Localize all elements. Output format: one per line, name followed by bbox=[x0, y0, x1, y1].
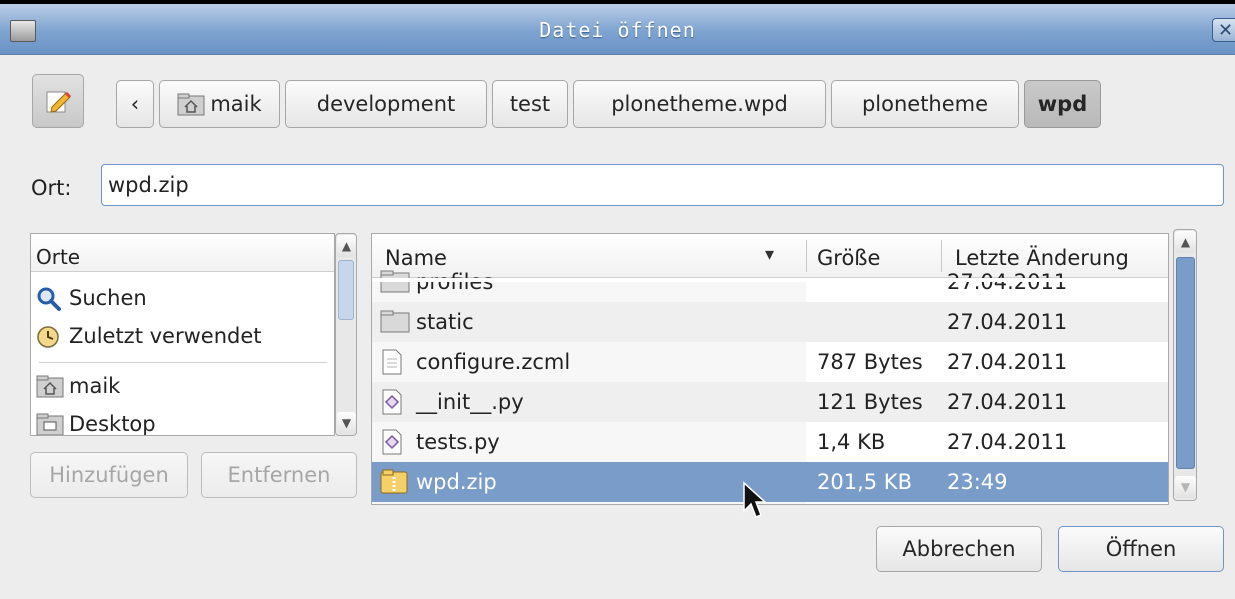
home-folder-icon bbox=[36, 375, 64, 398]
crumb-label: wpd bbox=[1037, 92, 1088, 116]
file-row[interactable]: __init__.py 121 Bytes 27.04.2011 bbox=[372, 382, 1168, 422]
file-size: 787 Bytes bbox=[817, 350, 923, 374]
place-label: Zuletzt verwendet bbox=[69, 324, 262, 348]
crumb-plonetheme[interactable]: plonetheme bbox=[831, 80, 1019, 128]
recent-icon bbox=[37, 326, 59, 348]
file-row[interactable]: tests.py 1,4 KB 27.04.2011 bbox=[372, 422, 1168, 462]
close-window-button[interactable]: ✕ bbox=[1212, 18, 1235, 42]
chevron-left-icon: ‹ bbox=[130, 92, 140, 116]
window-title: Datei öffnen bbox=[539, 18, 696, 42]
folder-icon bbox=[380, 310, 410, 333]
file-name: configure.zcml bbox=[416, 350, 571, 374]
crumb-wpd[interactable]: wpd bbox=[1024, 80, 1101, 128]
title-bar[interactable]: Datei öffnen ✕ bbox=[0, 4, 1235, 55]
zip-archive-icon bbox=[380, 469, 408, 494]
file-size: 1,4 KB bbox=[817, 430, 886, 454]
location-label: Ort: bbox=[31, 176, 72, 200]
places-scroll-thumb[interactable] bbox=[338, 260, 354, 320]
file-row[interactable]: profiles 27.04.2011 bbox=[372, 262, 1168, 302]
remove-place-button[interactable]: Entfernen bbox=[201, 452, 357, 498]
file-size: 201,5 KB bbox=[817, 470, 912, 494]
crumb-label: development bbox=[316, 92, 456, 116]
type-location-button[interactable] bbox=[32, 74, 84, 128]
places-list: Orte Suchen Zuletzt verwendet maik Deskt… bbox=[30, 233, 335, 436]
header-overlap-mask bbox=[372, 278, 1168, 282]
remove-place-label: Entfernen bbox=[227, 463, 331, 487]
file-row-selected[interactable]: wpd.zip 201,5 KB 23:49 bbox=[372, 462, 1168, 502]
file-name: tests.py bbox=[416, 430, 500, 454]
file-list-scrollbar[interactable]: ▲ ▼ bbox=[1173, 229, 1197, 501]
location-input[interactable] bbox=[101, 164, 1224, 206]
place-item-desktop[interactable]: Desktop bbox=[31, 406, 334, 436]
place-item-recent[interactable]: Zuletzt verwendet bbox=[31, 318, 334, 354]
desktop-folder-icon bbox=[36, 413, 64, 435]
file-modified: 23:49 bbox=[947, 470, 1008, 494]
text-file-icon bbox=[382, 349, 402, 375]
cancel-button[interactable]: Abbrechen bbox=[876, 526, 1042, 572]
close-icon: ✕ bbox=[1218, 20, 1234, 41]
place-item-search[interactable]: Suchen bbox=[31, 280, 334, 316]
file-row[interactable]: configure.zcml 787 Bytes 27.04.2011 bbox=[372, 342, 1168, 382]
file-modified: 27.04.2011 bbox=[947, 310, 1068, 334]
places-header-label: Orte bbox=[36, 245, 81, 269]
place-label: Desktop bbox=[69, 412, 156, 436]
crumb-label: maik bbox=[210, 92, 262, 116]
home-folder-icon bbox=[177, 93, 205, 116]
file-modified: 27.04.2011 bbox=[947, 350, 1068, 374]
scroll-down-icon[interactable]: ▼ bbox=[337, 412, 356, 434]
crumb-maik[interactable]: maik bbox=[159, 80, 280, 128]
add-place-label: Hinzufügen bbox=[49, 463, 169, 487]
open-label: Öffnen bbox=[1105, 537, 1177, 561]
crumb-development[interactable]: development bbox=[285, 80, 487, 128]
python-file-icon bbox=[382, 429, 402, 455]
crumb-label: test bbox=[509, 92, 551, 116]
scroll-up-icon[interactable]: ▲ bbox=[1175, 231, 1196, 253]
cancel-label: Abbrechen bbox=[902, 537, 1016, 561]
open-button[interactable]: Öffnen bbox=[1058, 526, 1224, 572]
file-row[interactable]: static 27.04.2011 bbox=[372, 302, 1168, 342]
file-modified: 27.04.2011 bbox=[947, 430, 1068, 454]
crumb-test[interactable]: test bbox=[492, 80, 568, 128]
crumb-label: plonetheme bbox=[861, 92, 989, 116]
search-icon bbox=[37, 287, 61, 311]
places-scrollbar[interactable]: ▲ ▼ bbox=[335, 233, 357, 436]
place-label: maik bbox=[69, 374, 121, 398]
file-name: static bbox=[416, 310, 474, 334]
file-name: __init__.py bbox=[416, 390, 524, 414]
scroll-up-icon[interactable]: ▲ bbox=[337, 235, 356, 257]
file-modified: 27.04.2011 bbox=[947, 270, 1068, 294]
file-list: Name ▾ Größe Letzte Änderung profiles 27… bbox=[371, 233, 1169, 505]
add-place-button[interactable]: Hinzufügen bbox=[30, 452, 188, 498]
file-modified: 27.04.2011 bbox=[947, 390, 1068, 414]
crumb-plonetheme-wpd[interactable]: plonetheme.wpd bbox=[573, 80, 826, 128]
place-label: Suchen bbox=[69, 286, 147, 310]
file-open-dialog: Datei öffnen ✕ ‹ maik development test p… bbox=[0, 4, 1235, 599]
file-name: wpd.zip bbox=[416, 470, 497, 494]
place-item-home[interactable]: maik bbox=[31, 368, 334, 404]
mouse-pointer-icon bbox=[743, 481, 767, 518]
file-list-scroll-thumb[interactable] bbox=[1176, 257, 1195, 469]
places-separator bbox=[39, 362, 327, 363]
places-header[interactable]: Orte bbox=[31, 234, 334, 272]
scroll-down-icon[interactable]: ▼ bbox=[1175, 476, 1196, 498]
pencil-icon bbox=[46, 91, 72, 113]
file-name: profiles bbox=[416, 270, 494, 294]
python-file-icon bbox=[382, 389, 402, 415]
path-back-button[interactable]: ‹ bbox=[116, 80, 154, 128]
crumb-label: plonetheme.wpd bbox=[611, 92, 788, 116]
file-size: 121 Bytes bbox=[817, 390, 923, 414]
